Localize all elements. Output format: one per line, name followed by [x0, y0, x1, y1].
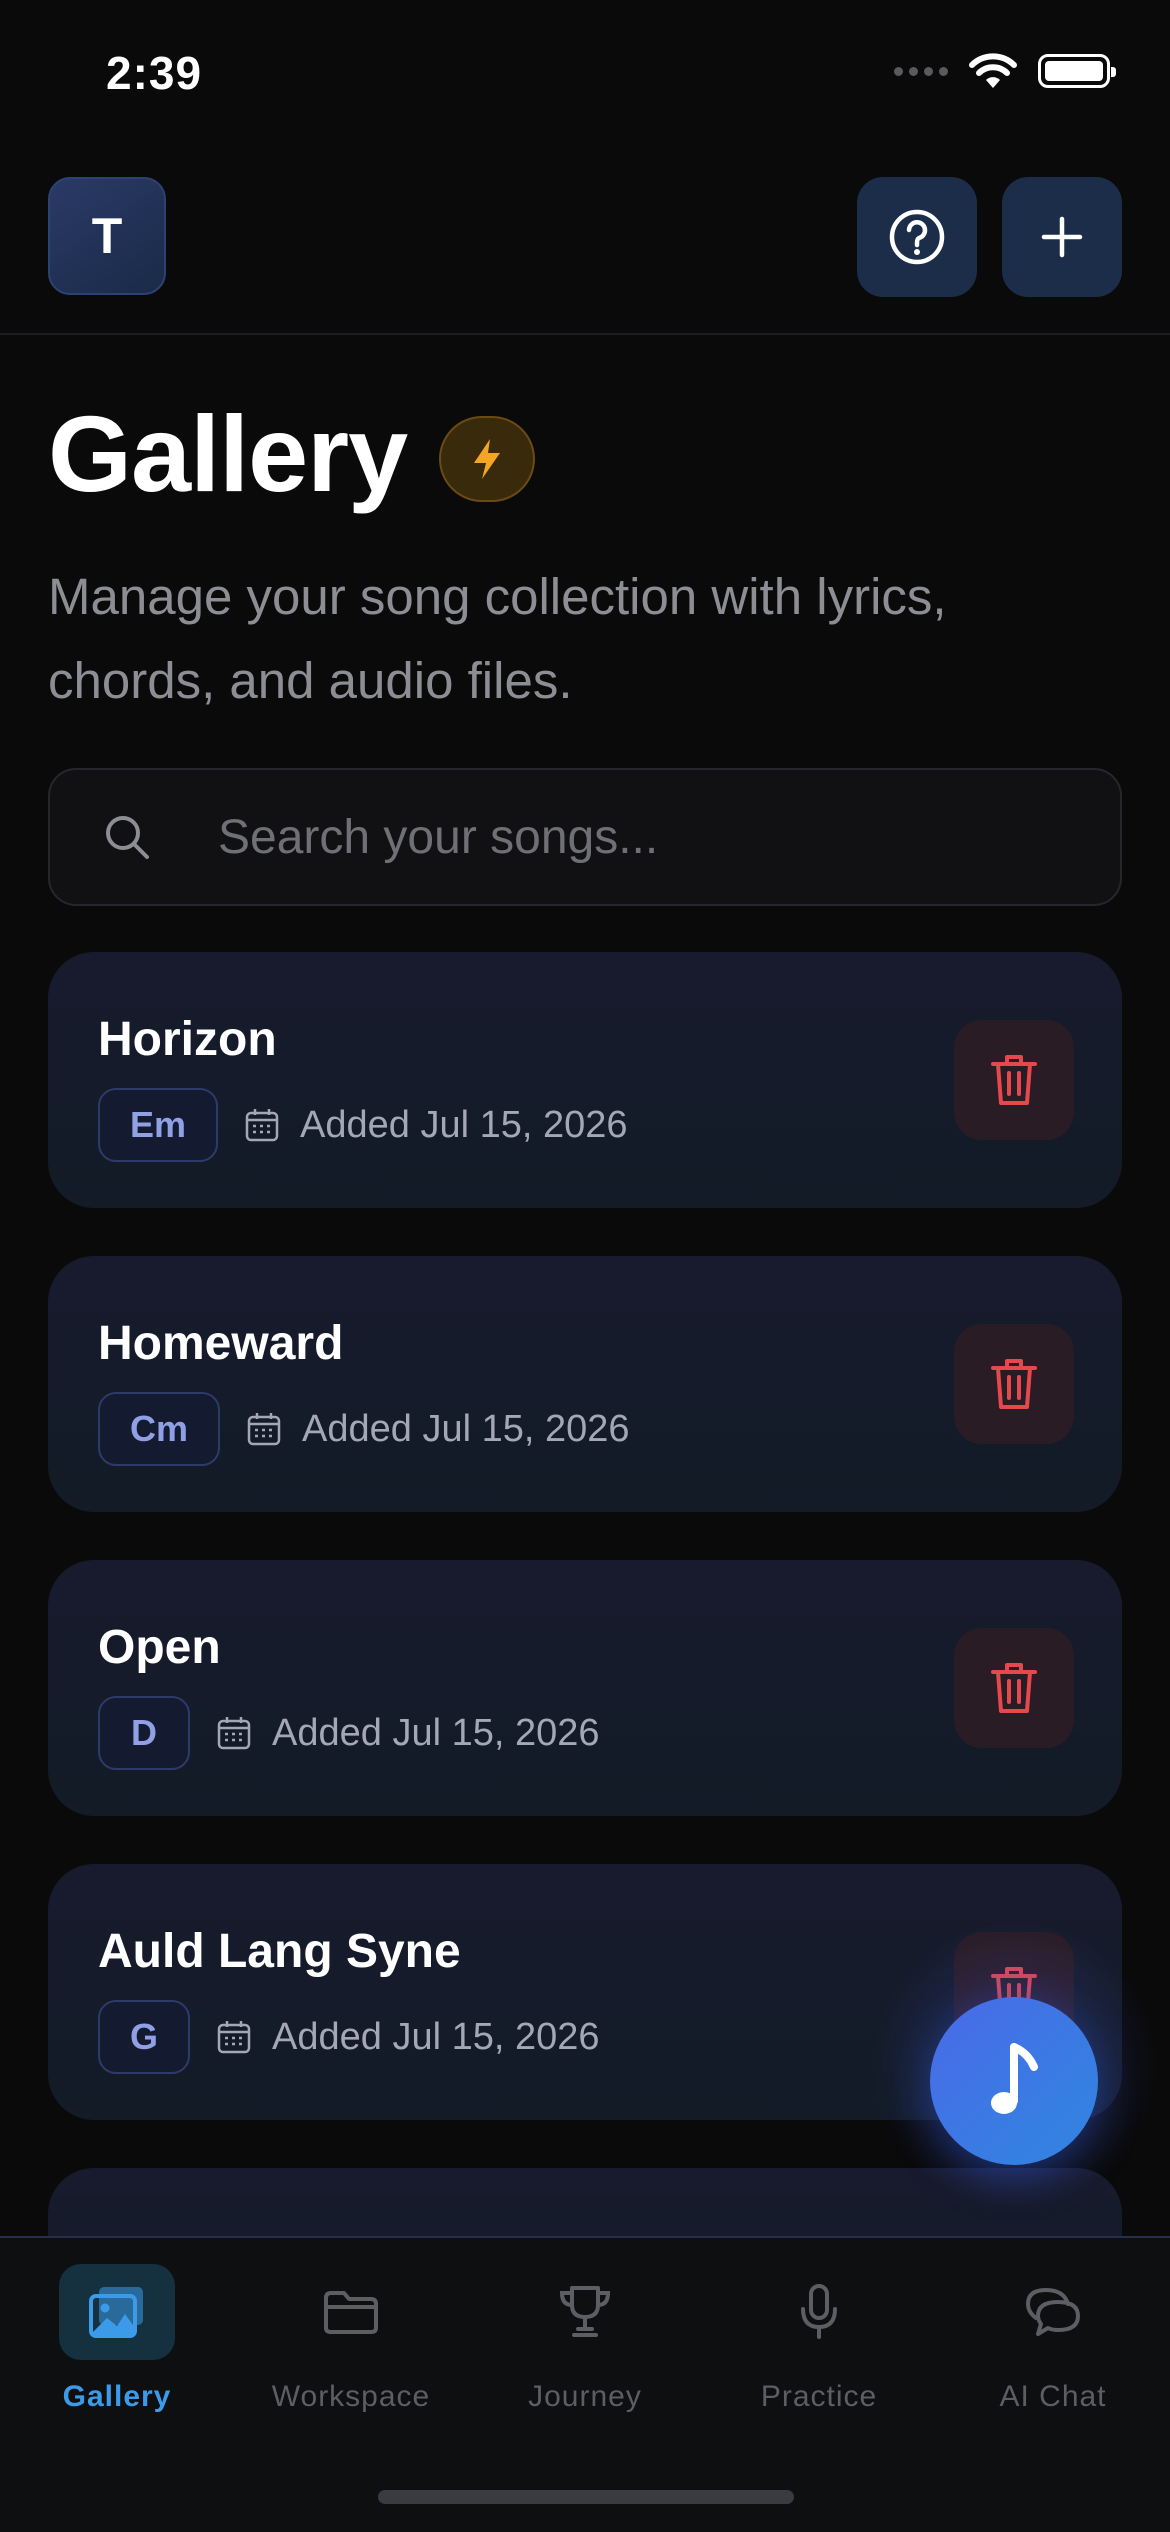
trophy-icon — [559, 2286, 611, 2337]
screen: 2:39 T Gallery Manage your song collecti… — [0, 0, 1170, 2532]
tab-icon-container — [761, 2264, 877, 2360]
calendar-icon — [217, 2021, 251, 2054]
song-card[interactable]: Open D Added Jul 15, 2026 — [48, 1560, 1122, 1816]
question-mark-icon — [889, 209, 945, 265]
page-subtitle: Manage your song collection with lyrics,… — [48, 568, 947, 709]
song-added-date: Added Jul 15, 2026 — [300, 1103, 628, 1146]
search-box[interactable] — [48, 768, 1122, 906]
song-key-badge: Em — [98, 1088, 219, 1162]
status-time: 2:39 — [106, 47, 203, 99]
delete-song-button[interactable] — [954, 1324, 1074, 1444]
wifi-icon — [969, 53, 1017, 88]
title-row: Gallery — [48, 393, 536, 514]
song-card[interactable]: Horizon Em Added Jul 15, 2026 — [48, 952, 1122, 1208]
calendar-icon — [217, 1717, 251, 1750]
tab-icon-container — [995, 2264, 1111, 2360]
song-added-date: Added Jul 15, 2026 — [272, 2015, 600, 2058]
plus-icon — [1041, 216, 1083, 258]
trash-icon — [991, 1055, 1037, 1105]
home-indicator — [378, 2490, 794, 2504]
music-note-icon — [991, 2043, 1038, 2114]
song-key-badge: Cm — [98, 1392, 221, 1466]
tab-label: AI Chat — [999, 2380, 1107, 2413]
tab-workspace[interactable]: Workspace — [234, 2264, 468, 2454]
add-song-button[interactable] — [1002, 177, 1122, 297]
song-key-badge: D — [98, 1696, 190, 1770]
microphone-icon — [801, 2284, 837, 2339]
song-card[interactable]: Homeward Cm Added Jul 15, 2026 — [48, 1256, 1122, 1512]
music-fab-button[interactable] — [930, 1997, 1098, 2165]
delete-song-button[interactable] — [954, 1628, 1074, 1748]
trash-icon — [991, 1359, 1037, 1409]
tab-icon-container — [527, 2264, 643, 2360]
tab-label: Practice — [760, 2380, 878, 2413]
gallery-icon — [89, 2287, 143, 2338]
lightning-bolt-icon — [474, 439, 501, 479]
song-meta: D Added Jul 15, 2026 — [98, 1696, 600, 1770]
song-meta: G Added Jul 15, 2026 — [98, 2000, 600, 2074]
tab-label: Journey — [528, 2380, 642, 2413]
trash-icon — [991, 1663, 1037, 1713]
calendar-icon — [245, 1109, 279, 1142]
song-title: Horizon — [98, 1013, 277, 1066]
tab-label: Workspace — [271, 2380, 431, 2413]
song-meta: Cm Added Jul 15, 2026 — [98, 1392, 630, 1466]
tab-label: Gallery — [62, 2380, 172, 2413]
song-title: Open — [98, 1621, 221, 1674]
tab-icon-container — [59, 2264, 175, 2360]
help-button[interactable] — [857, 177, 977, 297]
song-added-date: Added Jul 15, 2026 — [302, 1407, 630, 1450]
top-header: T — [0, 150, 1170, 335]
chat-icon — [1025, 2288, 1080, 2336]
tab-icon-container — [293, 2264, 409, 2360]
status-bar: 2:39 — [0, 0, 1170, 150]
song-key-badge: G — [98, 2000, 191, 2074]
song-title: Homeward — [98, 1317, 344, 1370]
delete-song-button[interactable] — [954, 1020, 1074, 1140]
bottom-tab-bar: Gallery Workspace Journey Practice AI Ch… — [0, 2236, 1170, 2532]
song-meta: Em Added Jul 15, 2026 — [98, 1088, 628, 1162]
cellular-signal-icon — [894, 66, 948, 76]
song-added-date: Added Jul 15, 2026 — [272, 1711, 600, 1754]
status-indicators — [894, 52, 1116, 90]
avatar[interactable]: T — [48, 177, 166, 295]
search-icon — [106, 816, 149, 859]
song-title: Auld Lang Syne — [98, 1925, 461, 1978]
tab-gallery[interactable]: Gallery — [0, 2264, 234, 2454]
search-input[interactable] — [218, 809, 1018, 865]
battery-icon — [1038, 54, 1116, 88]
folder-icon — [324, 2291, 378, 2334]
tab-journey[interactable]: Journey — [468, 2264, 702, 2454]
page-title: Gallery — [48, 393, 408, 514]
tab-ai-chat[interactable]: AI Chat — [936, 2264, 1170, 2454]
calendar-icon — [247, 1413, 281, 1446]
tab-practice[interactable]: Practice — [702, 2264, 936, 2454]
pro-badge[interactable] — [439, 416, 536, 502]
